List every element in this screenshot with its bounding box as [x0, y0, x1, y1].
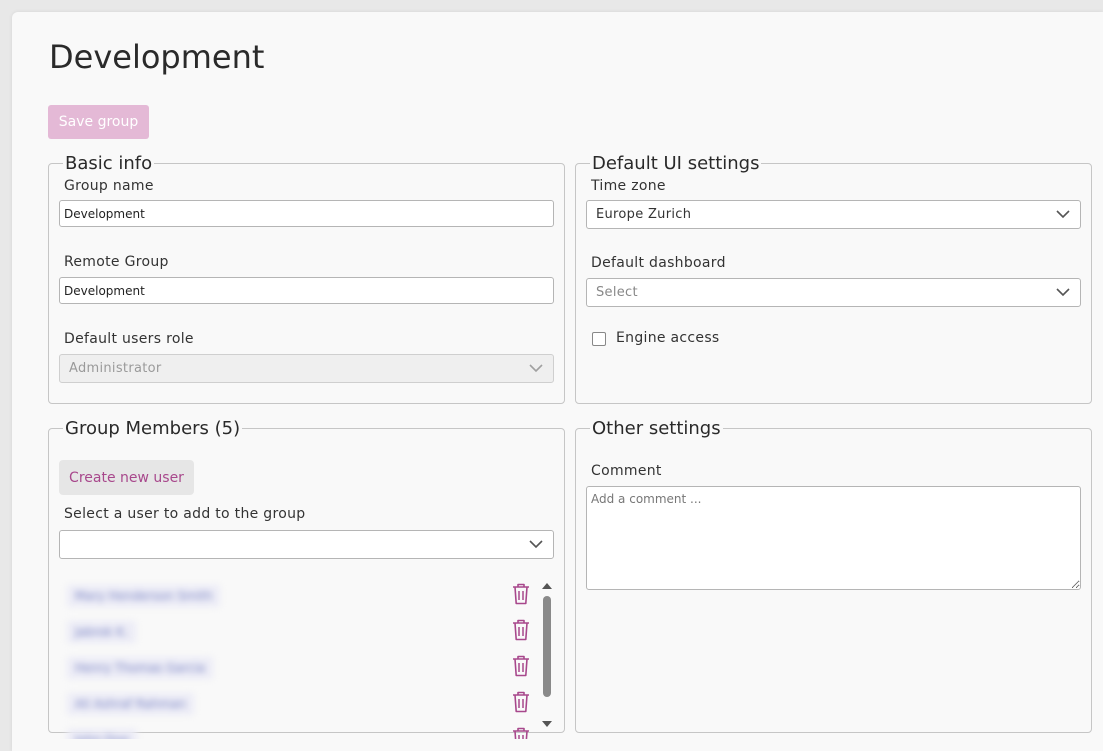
member-name: Ali Ashraf Rahman: [67, 693, 194, 715]
list-item: Henry Thomas Garcia: [59, 651, 529, 681]
member-list: Mary Henderson Smith Jabrok K. Henry Tho…: [59, 579, 554, 739]
default-ui-settings-legend: Default UI settings: [592, 153, 760, 174]
timezone-label: Time zone: [591, 178, 666, 194]
trash-icon[interactable]: [511, 726, 531, 739]
save-group-button[interactable]: Save group: [48, 105, 149, 139]
trash-icon[interactable]: [511, 618, 531, 642]
default-role-label: Default users role: [64, 331, 194, 347]
chevron-down-icon: [529, 540, 543, 549]
engine-access-label: Engine access: [616, 330, 720, 346]
scroll-up-arrow-icon[interactable]: [542, 583, 552, 589]
remote-group-label: Remote Group: [64, 254, 169, 270]
list-item: John Doe: [59, 723, 529, 739]
member-name: John Doe: [67, 729, 137, 739]
group-edit-card: Development Save group Basic info Group …: [12, 12, 1103, 751]
basic-info-section: Basic info Group name Remote Group Defau…: [48, 153, 565, 404]
list-item: Mary Henderson Smith: [59, 579, 529, 609]
default-dashboard-label: Default dashboard: [591, 255, 726, 271]
other-settings-legend: Other settings: [592, 418, 721, 439]
other-settings-section: Other settings Comment: [575, 418, 1092, 733]
member-name: Jabrok K.: [67, 621, 136, 643]
select-user-label: Select a user to add to the group: [64, 506, 306, 522]
timezone-value: Europe Zurich: [596, 207, 692, 222]
trash-icon[interactable]: [511, 582, 531, 606]
chevron-down-icon: [529, 364, 543, 373]
timezone-select[interactable]: Europe Zurich: [586, 200, 1081, 229]
trash-icon[interactable]: [511, 654, 531, 678]
basic-info-legend: Basic info: [65, 153, 153, 174]
default-ui-settings-section: Default UI settings Time zone Europe Zur…: [575, 153, 1092, 404]
remote-group-input[interactable]: [59, 277, 554, 304]
comment-label: Comment: [591, 463, 662, 479]
select-user-dropdown[interactable]: [59, 530, 554, 559]
group-members-section: Group Members (5) Create new user Select…: [48, 418, 565, 739]
member-name: Mary Henderson Smith: [67, 585, 221, 607]
default-dashboard-value: Select: [596, 285, 638, 300]
scroll-down-arrow-icon[interactable]: [542, 721, 552, 727]
engine-access-checkbox[interactable]: [592, 332, 606, 346]
group-members-legend: Group Members (5): [65, 418, 241, 439]
member-name: Henry Thomas Garcia: [67, 657, 213, 679]
page-title: Development: [49, 38, 265, 76]
default-role-value: Administrator: [69, 361, 162, 376]
list-item: Ali Ashraf Rahman: [59, 687, 529, 717]
trash-icon[interactable]: [511, 690, 531, 714]
default-role-select: Administrator: [59, 354, 554, 383]
scroll-thumb[interactable]: [543, 596, 551, 697]
default-dashboard-select[interactable]: Select: [586, 278, 1081, 307]
comment-textarea[interactable]: [586, 486, 1081, 590]
create-new-user-button[interactable]: Create new user: [59, 460, 194, 495]
member-list-scrollbar[interactable]: [540, 579, 554, 739]
group-name-input[interactable]: [59, 200, 554, 227]
chevron-down-icon: [1056, 210, 1070, 219]
list-item: Jabrok K.: [59, 615, 529, 645]
chevron-down-icon: [1056, 288, 1070, 297]
group-name-label: Group name: [64, 178, 154, 194]
